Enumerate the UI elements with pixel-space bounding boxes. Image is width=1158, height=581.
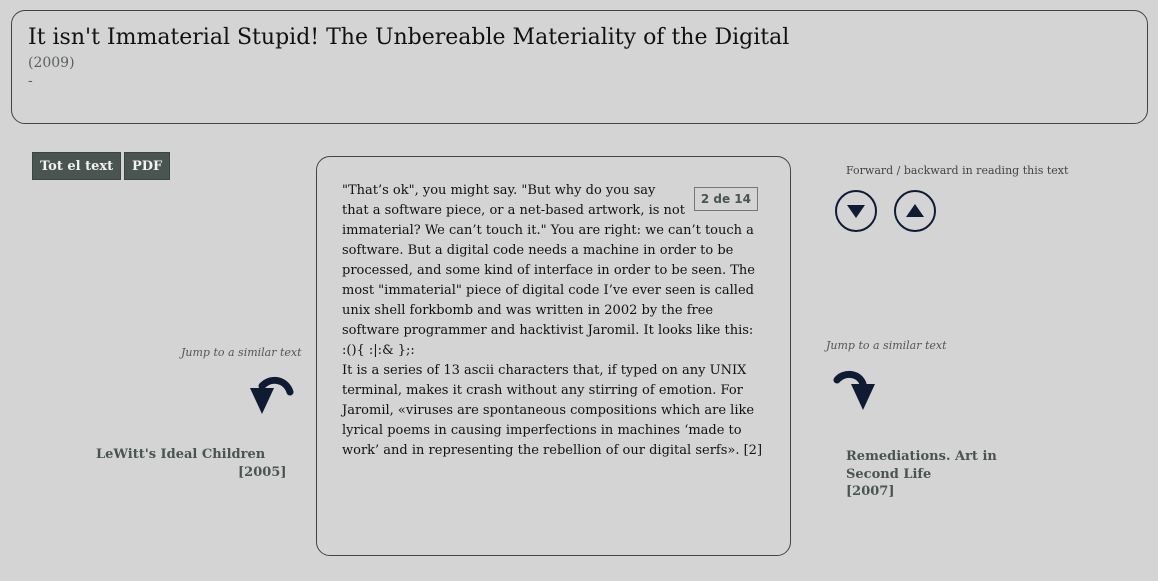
full-text-button[interactable]: Tot el text <box>32 152 122 180</box>
similar-text-label-right: Jump to a similar text <box>826 339 947 352</box>
backward-button[interactable] <box>894 190 936 232</box>
header-subtitle: - <box>28 73 33 89</box>
reading-text: "That’s ok", you might say. "But why do … <box>342 181 766 461</box>
publication-year: (2009) <box>28 55 75 71</box>
similar-text-label-left: Jump to a similar text <box>181 346 302 359</box>
forward-button[interactable] <box>835 190 877 232</box>
arrow-down-icon <box>847 205 865 218</box>
curved-arrow-right-icon <box>833 371 875 410</box>
similar-text-left-title[interactable]: LeWitt's Ideal Children <box>96 447 265 462</box>
similar-text-left-year: [2005] <box>238 465 287 480</box>
similar-text-right-button[interactable] <box>831 370 881 418</box>
similar-text-right-title[interactable]: Remediations. Art in Second Life <box>846 448 1036 484</box>
curved-arrow-left-icon <box>250 376 294 414</box>
code-snippet: :(){ :|:& };: <box>342 343 415 358</box>
text-header: It isn't Immaterial Stupid! The Unbereab… <box>11 10 1148 124</box>
reading-panel: 2 de 14 "That’s ok", you might say. "But… <box>316 156 791 556</box>
reading-nav-label: Forward / backward in reading this text <box>846 164 1069 177</box>
paragraph: It is a series of 13 ascii characters th… <box>342 363 763 458</box>
similar-text-left-button[interactable] <box>246 374 296 422</box>
arrow-up-icon <box>906 204 924 217</box>
pdf-button[interactable]: PDF <box>124 152 171 180</box>
page-title: It isn't Immaterial Stupid! The Unbereab… <box>28 25 790 50</box>
page-indicator: 2 de 14 <box>693 187 758 211</box>
similar-text-right-year: [2007] <box>846 484 895 499</box>
